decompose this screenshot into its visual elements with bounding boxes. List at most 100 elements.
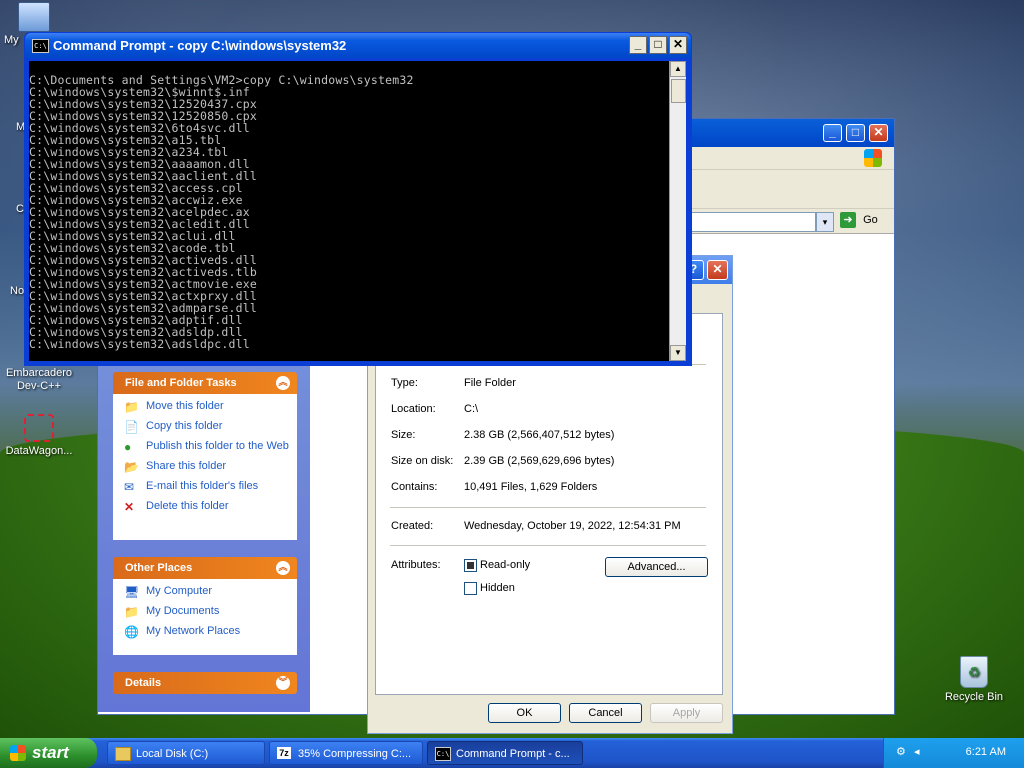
size-label: Size: [391, 429, 416, 441]
scroll-up-arrow-icon[interactable]: ▲ [670, 61, 686, 77]
copy-folder-icon: 📄 [124, 420, 139, 434]
task-label: Share this folder [146, 460, 227, 472]
vertical-scrollbar[interactable]: ▲ ▼ [669, 61, 686, 361]
desktop-icon-label: No [10, 285, 25, 297]
desktop-icon-label: DataWagon... [5, 445, 73, 457]
my-documents-icon: 📁 [124, 605, 139, 619]
desktop-icon-label: M [16, 121, 26, 133]
ok-button[interactable]: OK [488, 703, 561, 723]
desktop-icon-label: C [16, 203, 24, 215]
taskbar-button-label: Command Prompt - c... [456, 748, 570, 760]
taskbar-button-cmd[interactable]: C:\ Command Prompt - c... [427, 741, 583, 765]
desktop-icon-partial-m[interactable]: M [6, 121, 26, 134]
console-text: C:\Documents and Settings\VM2>copy C:\wi… [29, 73, 414, 351]
start-label: start [32, 743, 69, 762]
volume-tray-icon[interactable]: ◂ [914, 745, 920, 758]
network-tray-icon[interactable]: ⚙ [896, 745, 906, 758]
close-button[interactable]: ✕ [669, 36, 687, 54]
desktop-icon-label: My [4, 34, 19, 46]
share-folder-icon: 📂 [124, 460, 139, 474]
minimize-button[interactable]: _ [629, 36, 647, 54]
scroll-thumb[interactable] [671, 79, 686, 103]
maximize-button[interactable]: □ [649, 36, 667, 54]
address-dropdown-button[interactable]: ▾ [816, 212, 834, 232]
desktop-icon-label: Recycle Bin [944, 691, 1004, 703]
advanced-button[interactable]: Advanced... [605, 557, 708, 577]
file-folder-tasks-header[interactable]: File and Folder Tasks ︽ [113, 372, 297, 394]
scroll-down-arrow-icon[interactable]: ▼ [670, 345, 686, 361]
place-my-computer[interactable]: 🖥 My Computer [124, 585, 297, 599]
close-button[interactable]: ✕ [707, 260, 728, 280]
cmd-title: Command Prompt - copy C:\windows\system3… [53, 38, 347, 53]
taskbar-button-7zip[interactable]: 7z 35% Compressing C:... [269, 741, 423, 765]
system-tray: ⚙ ◂ 6:21 AM [883, 738, 1024, 768]
desktop-icon-label: Embarcadero Dev-C++ [5, 367, 73, 392]
contains-value: 10,491 Files, 1,629 Folders [464, 481, 598, 493]
start-button[interactable]: start [0, 738, 97, 768]
general-tab-panel: Type: File Folder Location: C:\ Size: 2.… [375, 313, 723, 695]
collapse-chevron-icon[interactable]: ︽ [276, 561, 290, 575]
cancel-button[interactable]: Cancel [569, 703, 642, 723]
go-button[interactable]: ➜ Go [840, 212, 890, 230]
place-label: My Computer [146, 585, 213, 597]
task-delete-folder[interactable]: ✕ Delete this folder [124, 500, 297, 514]
cmd-icon: C:\ [435, 747, 451, 761]
command-prompt-window[interactable]: C:\ Command Prompt - copy C:\windows\sys… [24, 32, 692, 366]
publish-web-icon: ● [124, 440, 132, 454]
task-publish-web[interactable]: ● Publish this folder to the Web [124, 440, 297, 454]
desktop-icon-partial-no[interactable]: No [4, 285, 26, 298]
readonly-label: Read-only [480, 559, 531, 571]
cmd-window-buttons: _ □ ✕ [627, 36, 687, 54]
task-copy-folder[interactable]: 📄 Copy this folder [124, 420, 297, 434]
desktop-icon-recycle-bin[interactable]: ♻ Recycle Bin [935, 656, 1013, 704]
email-icon: ✉ [124, 480, 135, 494]
cmd-icon[interactable]: C:\ [32, 39, 49, 53]
datawagon-icon [24, 414, 54, 442]
taskbar: start Local Disk (C:) 7z 35% Compressing… [0, 738, 1024, 768]
recycle-bin-icon: ♻ [960, 656, 988, 688]
console-output[interactable]: C:\Documents and Settings\VM2>copy C:\wi… [29, 61, 669, 361]
collapse-chevron-icon[interactable]: ︽ [276, 376, 290, 390]
task-move-folder[interactable]: 📁 Move this folder [124, 400, 297, 414]
task-label: Move this folder [146, 400, 224, 412]
computer-icon [18, 2, 50, 32]
location-label: Location: [391, 403, 436, 415]
windows-flag-icon [10, 745, 26, 761]
task-label: Publish this folder to the Web [146, 440, 289, 452]
desktop-icon-devcpp[interactable]: Embarcadero Dev-C++ [0, 367, 78, 393]
section-title: Details [125, 677, 162, 689]
created-label: Created: [391, 520, 434, 532]
place-network[interactable]: 🌐 My Network Places [124, 625, 297, 639]
file-folder-tasks-list: 📁 Move this folder 📄 Copy this folder ● Pub… [113, 394, 297, 540]
minimize-button[interactable]: _ [823, 124, 842, 142]
desktop-icon-datawagon[interactable]: DataWagon... [0, 414, 78, 458]
desktop-icon-partial-c[interactable]: C [6, 203, 26, 216]
location-value: C:\ [464, 403, 479, 415]
taskbar-button-label: 35% Compressing C:... [298, 748, 412, 760]
type-value: File Folder [464, 377, 516, 389]
go-label: Go [863, 214, 878, 226]
cmd-titlebar[interactable]: C:\ Command Prompt - copy C:\windows\sys… [25, 33, 691, 58]
size-on-disk-label: Size on disk: [391, 455, 454, 467]
other-places-header[interactable]: Other Places ︽ [113, 557, 297, 579]
size-value: 2.38 GB (2,566,407,512 bytes) [464, 429, 615, 441]
hidden-checkbox[interactable] [464, 582, 477, 595]
task-share-folder[interactable]: 📂 Share this folder [124, 460, 297, 474]
close-button[interactable]: ✕ [869, 124, 888, 142]
network-places-icon: 🌐 [124, 625, 139, 639]
place-my-documents[interactable]: 📁 My Documents [124, 605, 297, 619]
expand-chevron-icon[interactable]: ︾ [276, 676, 290, 690]
taskbar-button-local-disk[interactable]: Local Disk (C:) [107, 741, 265, 765]
readonly-checkbox[interactable] [464, 559, 477, 572]
details-header[interactable]: Details ︾ [113, 672, 297, 694]
my-computer-icon: 🖥 [124, 585, 140, 599]
maximize-button[interactable]: □ [846, 124, 865, 142]
clock[interactable]: 6:21 AM [966, 746, 1006, 758]
apply-button[interactable]: Apply [650, 703, 723, 723]
address-input[interactable] [690, 212, 816, 232]
7zip-icon: 7z [277, 747, 291, 759]
place-label: My Network Places [146, 625, 241, 637]
created-value: Wednesday, October 19, 2022, 12:54:31 PM [464, 520, 681, 532]
task-label: Delete this folder [146, 500, 229, 512]
task-email-files[interactable]: ✉ E-mail this folder's files [124, 480, 297, 494]
